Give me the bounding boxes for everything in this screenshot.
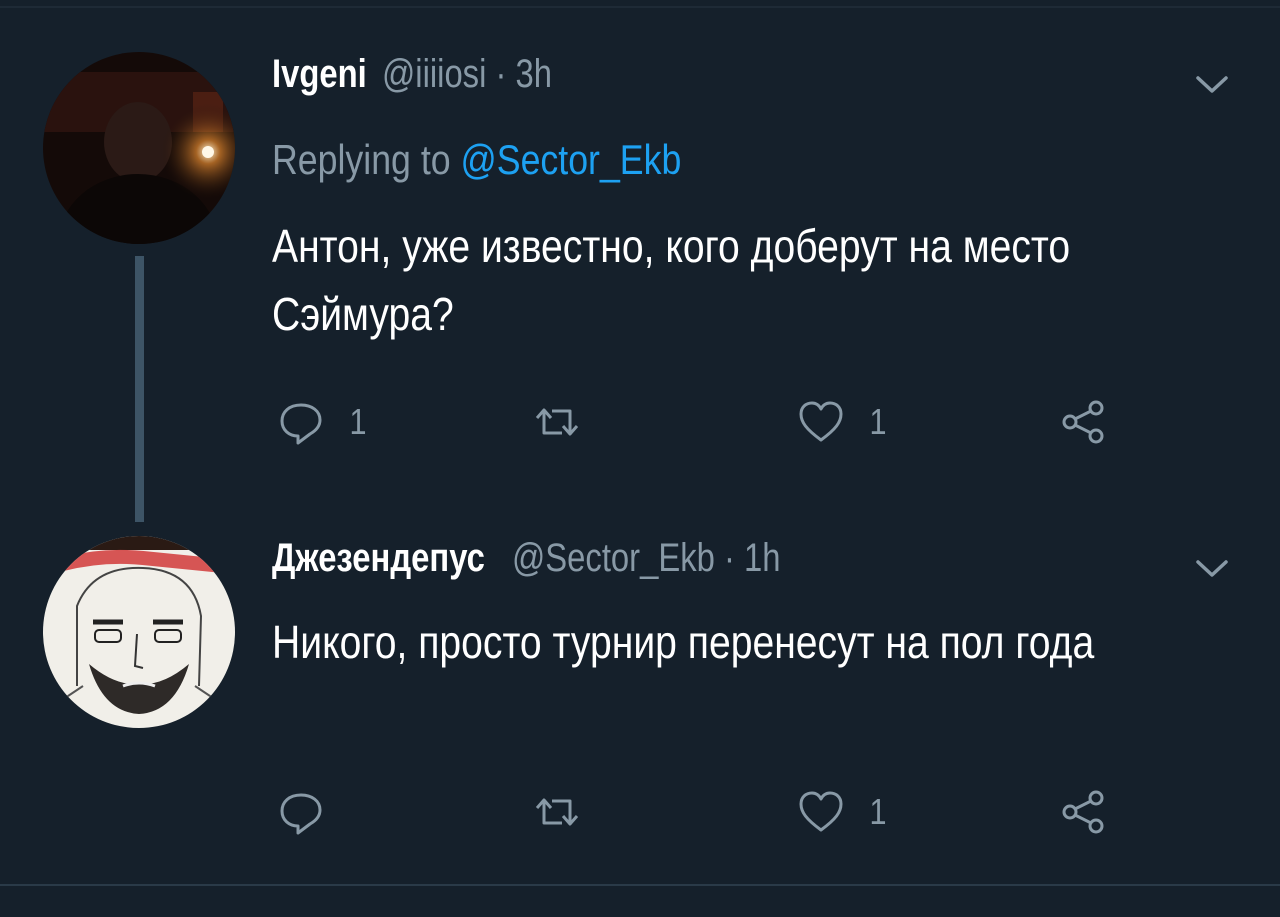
reply-icon	[280, 793, 322, 835]
like-button[interactable]: 1	[796, 782, 888, 842]
handle[interactable]: @iiiiosi	[382, 52, 486, 96]
action-bar: 1 1	[272, 392, 1172, 452]
handle[interactable]: @Sector_Ekb	[512, 536, 715, 580]
display-name[interactable]: Джезендепус	[272, 536, 485, 581]
tweet-meta: @iiiiosi · 3h	[382, 52, 552, 97]
share-button[interactable]	[1058, 392, 1108, 452]
reply-count: 1	[349, 401, 367, 442]
tweet-header: Джезендепус @Sector_Ekb · 1h	[272, 536, 839, 581]
timestamp[interactable]: 1h	[744, 536, 780, 580]
retweet-button[interactable]	[532, 782, 604, 842]
tweet-text: Антон, уже известно, кого доберут на мес…	[272, 220, 1071, 340]
tweet-meta: @Sector_Ekb · 1h	[512, 536, 781, 581]
separator: ·	[723, 536, 744, 580]
separator: ·	[495, 52, 516, 96]
like-count: 1	[869, 791, 887, 832]
mention-link[interactable]: @Sector_Ekb	[461, 136, 682, 183]
heart-icon	[799, 401, 843, 442]
reply-icon	[280, 403, 322, 445]
share-icon	[1062, 790, 1104, 834]
thread-connector	[135, 256, 144, 522]
reply-button[interactable]: 1	[276, 392, 368, 452]
like-button[interactable]: 1	[796, 392, 888, 452]
avatar[interactable]	[43, 536, 235, 728]
divider-bottom	[0, 884, 1280, 886]
retweet-button[interactable]	[532, 392, 604, 452]
chevron-down-icon[interactable]	[1194, 556, 1230, 580]
share-icon	[1062, 400, 1104, 444]
display-name[interactable]: Ivgeni	[272, 52, 367, 97]
share-button[interactable]	[1058, 782, 1108, 842]
like-count: 1	[869, 401, 887, 442]
tweet-header: Ivgeni @iiiiosi · 3h	[272, 52, 589, 97]
tweet-text: Никого, просто турнир перенесут на пол г…	[272, 616, 1095, 668]
chevron-down-icon[interactable]	[1194, 72, 1230, 96]
tweet[interactable]: Джезендепус @Sector_Ekb · 1h Никого, про…	[0, 520, 1280, 884]
replying-to: Replying to @Sector_Ekb	[272, 136, 681, 184]
action-bar: 1	[272, 782, 1172, 842]
retweet-icon	[535, 408, 579, 436]
retweet-icon	[535, 798, 579, 826]
timestamp[interactable]: 3h	[515, 52, 551, 96]
heart-icon	[799, 791, 843, 832]
replying-label: Replying to	[272, 136, 461, 183]
reply-button[interactable]	[276, 782, 348, 842]
tweet[interactable]: Ivgeni @iiiiosi · 3h Replying to @Sector…	[0, 0, 1280, 522]
reply-thread: Ivgeni @iiiiosi · 3h Replying to @Sector…	[0, 0, 1280, 917]
avatar[interactable]	[43, 52, 235, 244]
